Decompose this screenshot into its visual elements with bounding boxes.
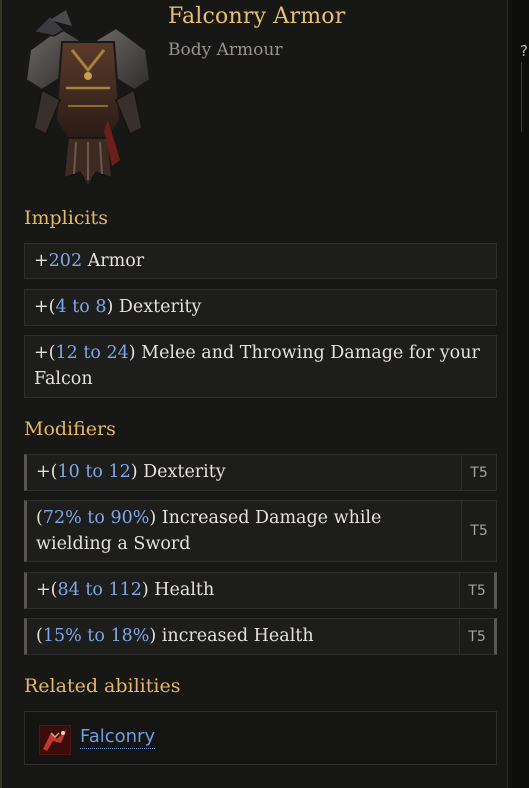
body-armour-image	[24, 10, 152, 188]
implicit-row: +(4 to 8) Dexterity	[24, 289, 497, 326]
item-type: Body Armour	[168, 40, 283, 60]
modifier-row: (72% to 90%) Increased Damage while wiel…	[24, 500, 497, 562]
item-name: Falconry Armor	[168, 4, 346, 29]
modifier-text: +(84 to 112) Health	[36, 580, 215, 600]
tier-badge: T5	[459, 619, 494, 654]
falconry-icon	[39, 725, 71, 755]
implicit-text: +(4 to 8) Dexterity	[34, 297, 202, 317]
tier-badge: T5	[459, 573, 494, 608]
related-abilities-box: Falconry	[24, 711, 497, 765]
ability-link-falconry[interactable]: Falconry	[80, 726, 156, 749]
tier-badge: T5	[461, 455, 496, 490]
implicit-text: +(12 to 24) Melee and Throwing Damage fo…	[34, 343, 480, 389]
modifier-row: +(10 to 12) Dexterity T5	[24, 454, 497, 491]
implicits-heading: Implicits	[24, 207, 108, 229]
implicit-row: +202 Armor	[24, 243, 497, 279]
modifier-text: (15% to 18%) increased Health	[36, 626, 314, 646]
modifiers-heading: Modifiers	[24, 418, 116, 440]
related-abilities-heading: Related abilities	[24, 675, 181, 697]
help-char: ?	[520, 42, 528, 60]
item-tooltip-panel: Falconry Armor Body Armour Implicits +20…	[0, 0, 508, 788]
modifier-text: +(10 to 12) Dexterity	[36, 462, 226, 482]
edge-divider	[521, 62, 522, 132]
implicit-row: +(12 to 24) Melee and Throwing Damage fo…	[24, 335, 497, 398]
implicit-text: +202 Armor	[34, 251, 145, 271]
modifier-row: +(84 to 112) Health T5	[24, 572, 497, 609]
modifier-row: (15% to 18%) increased Health T5	[24, 618, 497, 655]
modifier-text: (72% to 90%) Increased Damage while wiel…	[36, 508, 382, 554]
tier-badge: T5	[461, 501, 496, 561]
